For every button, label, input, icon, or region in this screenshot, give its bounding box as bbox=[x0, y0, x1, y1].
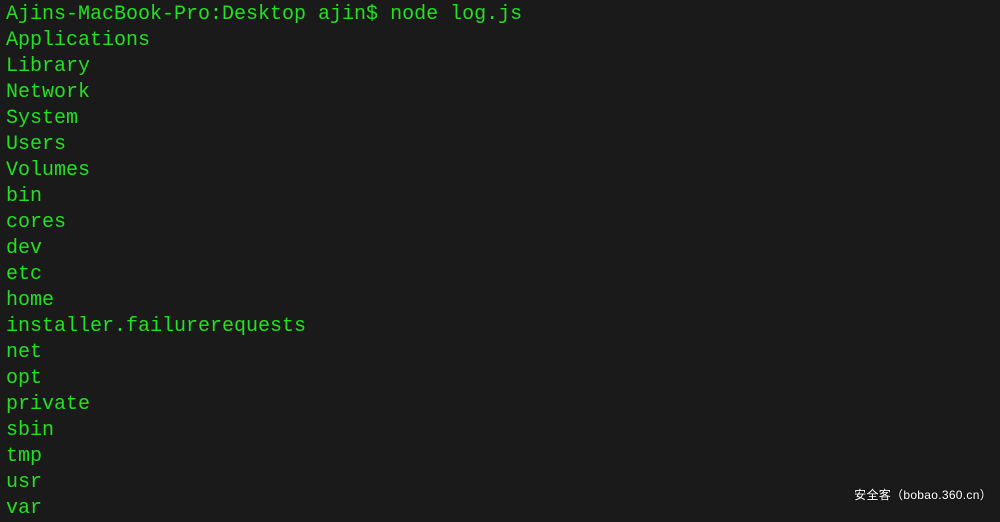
terminal-output-line: Library bbox=[6, 54, 994, 80]
terminal-output-line: opt bbox=[6, 366, 994, 392]
terminal-output-line: bin bbox=[6, 184, 994, 210]
terminal-output-line: dev bbox=[6, 236, 994, 262]
terminal-prompt-line[interactable]: Ajins-MacBook-Pro:Desktop ajin$ node log… bbox=[6, 2, 994, 28]
terminal-output-line: usr bbox=[6, 470, 994, 496]
terminal-output-line: Network bbox=[6, 80, 994, 106]
watermark-text: 安全客（bobao.360.cn） bbox=[854, 482, 992, 508]
terminal-output-line: var bbox=[6, 496, 994, 522]
terminal-output-line: Volumes bbox=[6, 158, 994, 184]
terminal-output-line: cores bbox=[6, 210, 994, 236]
terminal-output-line: etc bbox=[6, 262, 994, 288]
terminal-output-line: System bbox=[6, 106, 994, 132]
terminal-output-line: home bbox=[6, 288, 994, 314]
terminal-output-line: installer.failurerequests bbox=[6, 314, 994, 340]
terminal-output-line: Users bbox=[6, 132, 994, 158]
terminal-output-line: net bbox=[6, 340, 994, 366]
terminal-output-line: Applications bbox=[6, 28, 994, 54]
terminal-output-line: private bbox=[6, 392, 994, 418]
terminal-output-line: sbin bbox=[6, 418, 994, 444]
terminal-output-line: tmp bbox=[6, 444, 994, 470]
